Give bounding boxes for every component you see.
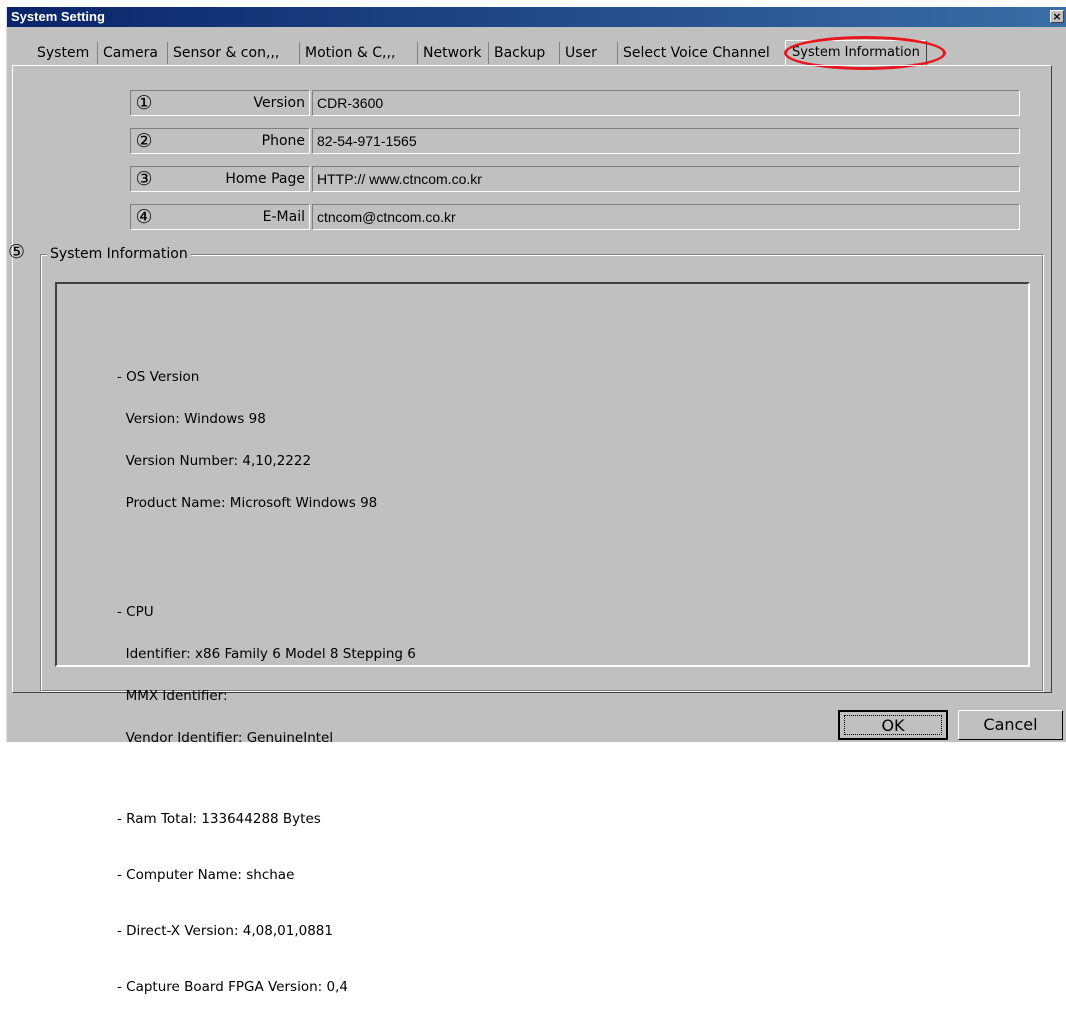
ok-button[interactable]: OK (838, 710, 948, 740)
tab-backup[interactable]: Backup (488, 42, 545, 64)
version-field: CDR-3600 (312, 90, 1020, 116)
version-value: CDR-3600 (317, 95, 384, 111)
cpu-section: - CPU Identifier: x86 Family 6 Model 8 S… (117, 577, 416, 773)
home-page-label: Home Page (225, 171, 305, 187)
phone-label-box: ② Phone (130, 128, 310, 154)
phone-value: 82-54-971-1565 (317, 133, 417, 149)
phone-label: Phone (261, 133, 305, 149)
title-bar[interactable]: System Setting × (7, 7, 1066, 27)
computer-name: - Computer Name: shchae (117, 867, 295, 883)
cancel-button[interactable]: Cancel (958, 710, 1063, 740)
directx-version: - Direct-X Version: 4,08,01,0881 (117, 923, 333, 939)
window-title: System Setting (11, 9, 105, 24)
cpu-identifier: Identifier: x86 Family 6 Model 8 Steppin… (117, 646, 416, 662)
tab-motion[interactable]: Motion & C,,, (299, 42, 395, 64)
home-page-label-box: ③ Home Page (130, 166, 310, 192)
ok-label: OK (881, 716, 905, 735)
fpga-version: - Capture Board FPGA Version: 0,4 (117, 979, 348, 995)
annotation-number-1: ① (135, 92, 153, 114)
tab-select-voice-channel[interactable]: Select Voice Channel (617, 42, 770, 64)
home-page-field: HTTP:// www.ctncom.co.kr (312, 166, 1020, 192)
email-value: ctncom@ctncom.co.kr (317, 209, 456, 225)
os-product-name: Product Name: Microsoft Windows 98 (117, 495, 378, 511)
annotation-number-2: ② (135, 130, 153, 152)
tab-user[interactable]: User (559, 42, 597, 64)
phone-field: 82-54-971-1565 (312, 128, 1020, 154)
home-page-value: HTTP:// www.ctncom.co.kr (317, 171, 482, 187)
annotation-number-3: ③ (135, 168, 153, 190)
cpu-header: - CPU (117, 604, 154, 620)
system-information-text-area[interactable]: - OS Version Version: Windows 98 Version… (55, 282, 1030, 994)
annotation-number-5: ⑤ (8, 241, 26, 263)
version-label: Version (253, 95, 305, 111)
os-version-section: - OS Version Version: Windows 98 Version… (117, 342, 416, 538)
os-version-header: - OS Version (117, 369, 200, 385)
annotation-number-4: ④ (135, 206, 153, 228)
tab-system[interactable]: System (32, 42, 89, 64)
tab-sensor-control[interactable]: Sensor & con,,, (167, 42, 279, 64)
version-label-box: ① Version (130, 90, 310, 116)
system-information-group-label: System Information (47, 246, 191, 262)
email-label-box: ④ E-Mail (130, 204, 310, 230)
tab-network[interactable]: Network (417, 42, 481, 64)
os-version-number: Version Number: 4,10,2222 (117, 453, 312, 469)
cpu-vendor-identifier: Vendor Identifier: GenuineIntel (117, 730, 334, 746)
ram-total: - Ram Total: 133644288 Bytes (117, 811, 321, 827)
tab-camera[interactable]: Camera (97, 42, 158, 64)
email-label: E-Mail (262, 209, 305, 225)
email-field: ctncom@ctncom.co.kr (312, 204, 1020, 230)
os-version: Version: Windows 98 (117, 411, 266, 427)
cpu-mmx-identifier: MMX Identifier: (117, 688, 228, 704)
close-button[interactable]: × (1050, 10, 1064, 23)
system-information-text: - OS Version Version: Windows 98 Version… (117, 314, 416, 1033)
